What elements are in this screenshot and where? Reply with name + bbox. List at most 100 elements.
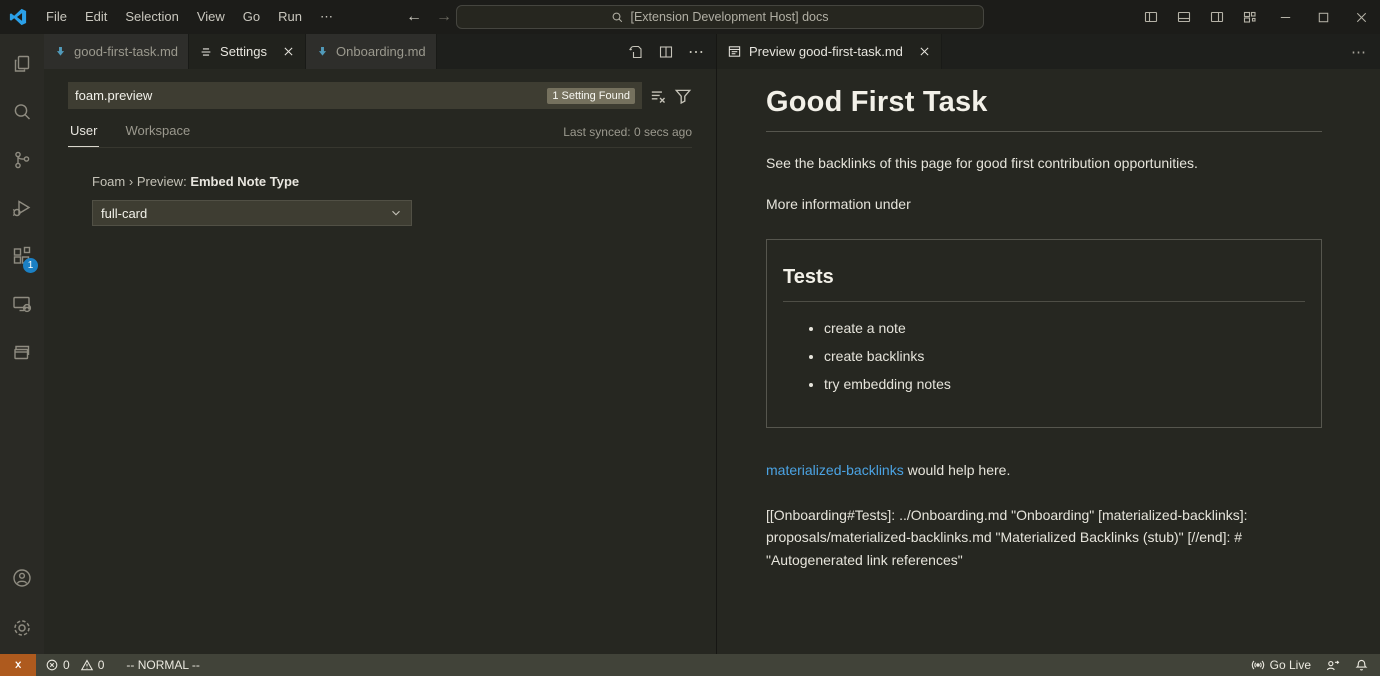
markdown-file-icon	[316, 45, 329, 58]
list-item: create a note	[824, 318, 1313, 338]
toggle-primary-sidebar-icon[interactable]	[1134, 0, 1167, 34]
source-control-icon[interactable]	[0, 136, 44, 184]
more-actions-icon[interactable]: ⋯	[688, 42, 704, 62]
embedded-note-title: Tests	[783, 266, 1305, 302]
settings-list-icon	[199, 45, 213, 59]
settings-editor-group: good-first-task.md Settings Onboarding.m…	[44, 34, 716, 654]
settings-gear-icon[interactable]	[0, 602, 44, 654]
preview-intro: See the backlinks of this page for good …	[766, 153, 1322, 173]
settings-search-input[interactable]: foam.preview 1 Setting Found	[68, 82, 642, 109]
title-bar: File Edit Selection View Go Run ⋯ ← → [E…	[0, 0, 1380, 34]
notifications-bell-icon[interactable]	[1354, 658, 1369, 673]
status-bar: 0 0 -- NORMAL -- Go Live	[0, 654, 1380, 676]
tab-label: Settings	[220, 44, 267, 59]
menu-view[interactable]: View	[188, 0, 234, 34]
open-preview-icon	[727, 44, 742, 59]
extensions-badge: 1	[23, 258, 38, 273]
setting-label: Foam › Preview: Embed Note Type	[92, 174, 692, 189]
maximize-button[interactable]	[1304, 0, 1342, 34]
warnings-count: 0	[98, 658, 105, 672]
vscode-logo-icon	[9, 8, 27, 26]
tab-label: Onboarding.md	[336, 44, 426, 59]
navigate-forward-icon[interactable]: →	[436, 8, 452, 26]
scope-tab-workspace[interactable]: Workspace	[123, 123, 192, 147]
search-icon	[611, 11, 624, 24]
broadcast-icon	[1251, 658, 1265, 672]
menu-edit[interactable]: Edit	[76, 0, 116, 34]
clear-settings-search-icon[interactable]	[649, 87, 667, 105]
remote-indicator[interactable]	[0, 654, 36, 676]
problems-status[interactable]: 0 0	[45, 658, 110, 672]
activity-bar: 1	[0, 34, 44, 654]
list-item: create backlinks	[824, 346, 1313, 366]
go-live-label: Go Live	[1270, 658, 1311, 672]
tab-good-first-task[interactable]: good-first-task.md	[44, 34, 189, 69]
customize-layout-icon[interactable]	[1233, 0, 1266, 34]
materialized-backlinks-link[interactable]: materialized-backlinks	[766, 462, 904, 478]
setting-separator: ›	[129, 174, 133, 189]
toggle-secondary-sidebar-icon[interactable]	[1200, 0, 1233, 34]
menu-run[interactable]: Run	[269, 0, 311, 34]
menu-more-icon[interactable]: ⋯	[311, 9, 342, 25]
tab-label: Preview good-first-task.md	[749, 44, 903, 59]
tab-preview-good-first-task[interactable]: Preview good-first-task.md	[717, 34, 942, 69]
windows-panel-icon[interactable]	[0, 328, 44, 376]
command-center-search[interactable]: [Extension Development Host] docs	[456, 5, 984, 29]
accounts-icon[interactable]	[0, 554, 44, 602]
menu-selection[interactable]: Selection	[116, 0, 187, 34]
setting-subcategory: Preview:	[137, 174, 187, 189]
link-paragraph: materialized-backlinks would help here.	[766, 460, 1322, 480]
close-tab-icon[interactable]	[918, 45, 931, 58]
menu-go[interactable]: Go	[234, 0, 269, 34]
feedback-icon[interactable]	[1325, 658, 1340, 673]
preview-more: More information under	[766, 194, 1322, 214]
close-window-button[interactable]	[1342, 0, 1380, 34]
vim-mode-indicator: -- NORMAL --	[126, 658, 200, 672]
markdown-preview: Good First Task See the backlinks of thi…	[717, 69, 1380, 654]
right-tab-bar: Preview good-first-task.md ⋯	[717, 34, 1380, 69]
tab-settings[interactable]: Settings	[189, 34, 306, 69]
settings-found-badge: 1 Setting Found	[547, 88, 635, 104]
settings-editor: foam.preview 1 Setting Found User Worksp…	[44, 69, 716, 654]
list-item: try embedding notes	[824, 374, 1313, 394]
dropdown-value: full-card	[101, 206, 147, 221]
minimize-button[interactable]	[1266, 0, 1304, 34]
menu-file[interactable]: File	[37, 0, 76, 34]
setting-category: Foam	[92, 174, 125, 189]
link-tail-text: would help here.	[904, 462, 1011, 478]
tab-onboarding[interactable]: Onboarding.md	[306, 34, 437, 69]
left-tab-bar: good-first-task.md Settings Onboarding.m…	[44, 34, 716, 69]
search-view-icon[interactable]	[0, 88, 44, 136]
scope-tab-user[interactable]: User	[68, 123, 99, 147]
setting-name: Embed Note Type	[190, 174, 299, 189]
link-references-text: [[Onboarding#Tests]: ../Onboarding.md "O…	[766, 504, 1322, 572]
embedded-note-card: Tests create a note create backlinks try…	[766, 239, 1322, 429]
remote-explorer-icon[interactable]	[0, 280, 44, 328]
extensions-icon[interactable]: 1	[0, 232, 44, 280]
last-synced-label: Last synced: 0 secs ago	[563, 125, 692, 147]
tab-label: good-first-task.md	[74, 44, 178, 59]
go-live-button[interactable]: Go Live	[1251, 658, 1311, 672]
chevron-down-icon	[389, 206, 403, 220]
embedded-note-list: create a note create backlinks try embed…	[775, 318, 1313, 395]
toggle-panel-icon[interactable]	[1167, 0, 1200, 34]
explorer-icon[interactable]	[0, 40, 44, 88]
command-center-label: [Extension Development Host] docs	[630, 10, 828, 24]
settings-scope-tabs: User Workspace Last synced: 0 secs ago	[68, 123, 692, 148]
run-debug-icon[interactable]	[0, 184, 44, 232]
setting-item-embed-note-type: Foam › Preview: Embed Note Type full-car…	[92, 174, 692, 226]
errors-icon	[45, 658, 59, 672]
preview-editor-group: Preview good-first-task.md ⋯ Good First …	[717, 34, 1380, 654]
open-settings-json-icon[interactable]	[628, 44, 644, 60]
more-actions-icon[interactable]: ⋯	[1337, 34, 1380, 69]
close-tab-icon[interactable]	[282, 45, 295, 58]
warnings-icon	[80, 658, 94, 672]
split-editor-icon[interactable]	[658, 44, 674, 60]
markdown-file-icon	[54, 45, 67, 58]
navigate-back-icon[interactable]: ←	[406, 8, 422, 26]
preview-title: Good First Task	[766, 86, 1322, 132]
embed-note-type-dropdown[interactable]: full-card	[92, 200, 412, 226]
settings-search-value: foam.preview	[75, 88, 152, 103]
errors-count: 0	[63, 658, 70, 672]
filter-settings-icon[interactable]	[674, 87, 692, 105]
